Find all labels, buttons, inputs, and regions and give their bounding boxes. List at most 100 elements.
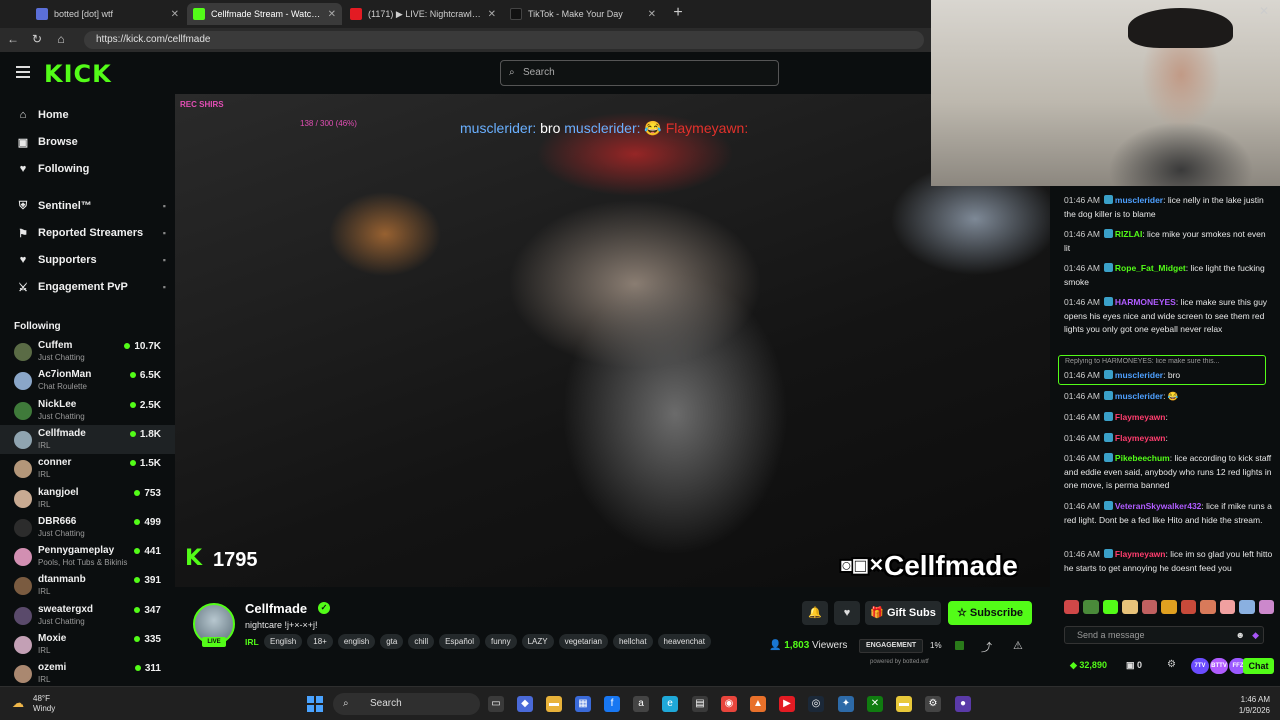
notification-bell-icon[interactable]: 🔔 [802,601,828,625]
chat-username[interactable]: Rope_Fat_Midget [1115,263,1186,273]
home-icon[interactable]: ⌂ [53,32,69,46]
stream-tag[interactable]: vegetarian [558,634,608,649]
subscribe-button[interactable]: ☆ Subscribe [948,601,1032,625]
drops-counter[interactable]: ▣ 0 [1126,660,1142,671]
sidebar-channel-ac7ionman[interactable]: Ac7ionMan Chat Roulette 6.5K [0,366,175,395]
store-icon[interactable]: ▦ [575,696,591,712]
chat-username[interactable]: VeteranSkywalker432 [1115,501,1201,511]
task-view-icon[interactable]: ▭ [488,696,504,712]
taskbar-search[interactable]: ⌕ Search [333,693,480,715]
sidebar-channel-pennygameplay[interactable]: Pennygameplay Pools, Hot Tubs & Bikinis 44… [0,542,175,571]
app-icon[interactable]: ✦ [838,696,854,712]
gift-subs-button[interactable]: 🎁 Gift Subs [865,601,941,625]
window-close-icon[interactable]: ✕ [1259,4,1269,18]
chat-username[interactable]: musclerider [1115,195,1163,205]
emote-icon[interactable] [1083,600,1099,614]
bttv-badge[interactable]: BTTV [1210,658,1228,674]
obs-icon[interactable]: ● [955,696,971,712]
close-icon[interactable]: ✕ [648,9,656,20]
stream-tag[interactable]: gta [380,634,404,649]
emote-icon[interactable] [1141,600,1158,614]
video-player[interactable]: REC SHIRS 138 / 300 (46%) musclerider: b… [175,94,1050,587]
emote-icon[interactable] [1161,600,1177,614]
notes-icon[interactable]: ▬ [896,696,912,712]
sidebar-channel-sweatergxd[interactable]: sweatergxd Just Chatting 347 [0,601,175,630]
stream-tag[interactable]: LAZY [521,634,554,649]
system-clock[interactable]: 1:46 AM 1/9/2026 [1239,694,1270,716]
tab-botted[interactable]: botted [dot] wtf ✕ [30,3,185,25]
stream-tag[interactable]: funny [485,634,517,649]
sidebar-channel-dtanmanb[interactable]: dtanmanb IRL 391 [0,571,175,600]
settings-app-icon[interactable]: ⚙ [925,696,941,712]
emote-icon[interactable] [1102,600,1119,614]
copilot-icon[interactable]: ◆ [517,696,533,712]
xbox-icon[interactable]: ✕ [867,696,883,712]
emote-icon[interactable] [1122,600,1138,614]
chat-username[interactable]: Pikebeechum [1115,453,1170,463]
sidebar-channel-cuffem[interactable]: Cuffem Just Chatting 10.7K [0,337,175,366]
chrome-icon[interactable]: ◉ [721,696,737,712]
tab-cellfmade[interactable]: Cellfmade Stream - Watch Liv ✕ [187,3,342,25]
kick-logo[interactable]: KICK [44,60,112,88]
emote-icon[interactable] [1200,600,1216,614]
report-icon[interactable]: ⚠ [1013,639,1023,652]
settings-icon[interactable]: ⚙ [1167,659,1176,670]
tab-tiktok[interactable]: TikTok - Make Your Day ✕ [504,3,662,25]
sidebar-item-engagement-pvp[interactable]: ⚔ Engagement PvP ▪ [16,279,166,295]
streamer-name[interactable]: Cellfmade [245,601,307,616]
sidebar-item-sentinel[interactable]: ⛨ Sentinel™ ▪ [16,198,166,214]
extension-icon[interactable]: ◆ [1252,627,1259,643]
sidebar-channel-nicklee[interactable]: NickLee Just Chatting 2.5K [0,396,175,425]
new-tab-icon[interactable]: + [670,4,686,22]
chat-username[interactable]: Flaymeyawn [1115,549,1166,559]
file-explorer-icon[interactable]: ▬ [546,696,562,712]
emote-icon[interactable] [1258,600,1274,614]
chat-send-button[interactable]: Chat [1243,658,1274,674]
reload-icon[interactable]: ↻ [29,32,45,46]
emote-icon[interactable] [1180,600,1197,614]
stream-tag[interactable]: hellchat [612,634,653,649]
calculator-icon[interactable]: ▤ [692,696,708,712]
emote-icon[interactable] [1064,600,1080,614]
sidebar-channel-conner[interactable]: conner IRL 1.5K [0,454,175,483]
url-field[interactable]: https://kick.com/cellfmade [84,31,924,49]
emote-icon[interactable] [1219,600,1236,614]
sidebar-channel-ozemi[interactable]: ozemi IRL 311 [0,659,175,688]
back-icon[interactable]: ← [5,32,21,46]
close-icon[interactable]: ✕ [171,9,179,20]
facebook-icon[interactable]: f [604,696,620,712]
chat-username[interactable]: RIZLAI [1115,229,1142,239]
windows-start-icon[interactable] [307,696,323,712]
sidebar-channel-dbr666[interactable]: DBR666 Just Chatting 499 [0,513,175,542]
menu-icon[interactable] [16,66,30,78]
chat-input[interactable]: Send a message ☻ ◆ [1064,626,1264,644]
stream-tag[interactable]: 18+ [307,634,333,649]
stream-tag[interactable]: heavenchat [657,634,711,649]
chat-username[interactable]: musclerider [1115,370,1163,380]
close-icon[interactable]: ✕ [328,9,336,20]
chat-username[interactable]: HARMONEYES [1115,297,1176,307]
sidebar-item-browse[interactable]: ▣ Browse [16,134,166,150]
sidebar-item-supporters[interactable]: ♥ Supporters ▪ [16,252,166,268]
emoji-icon[interactable]: ☻ [1236,627,1245,643]
youtube-icon[interactable]: ▶ [779,696,795,712]
sidebar-item-following[interactable]: ♥ Following [16,161,166,177]
sidebar-item-reported-streamers[interactable]: ⚑ Reported Streamers ▪ [16,225,166,241]
follow-heart-icon[interactable]: ♥ [834,601,860,625]
chat-username[interactable]: musclerider [1115,391,1163,401]
sidebar-channel-moxie[interactable]: Moxie IRL 335 [0,630,175,659]
emote-icon[interactable] [1239,600,1255,614]
sidebar-item-home[interactable]: ⌂ Home [16,107,166,123]
vlc-icon[interactable]: ▲ [750,696,766,712]
steam-icon[interactable]: ◎ [808,696,824,712]
chat-username[interactable]: Flaymeyawn [1115,412,1166,422]
share-icon[interactable]: ⤴ [981,639,992,655]
search-input[interactable]: ⌕ Search [500,60,779,86]
stream-category[interactable]: IRL [245,637,259,647]
sidebar-channel-cellfmade[interactable]: Cellfmade IRL 1.8K [0,425,175,454]
tab-nightcrawl[interactable]: (1171) ▶ LIVE: Nightcrawl | L ✕ [344,3,502,25]
amazon-icon[interactable]: a [633,696,649,712]
chat-username[interactable]: Flaymeyawn [1115,433,1166,443]
stream-tag[interactable]: chill [408,634,435,649]
stream-tag[interactable]: English [264,634,303,649]
